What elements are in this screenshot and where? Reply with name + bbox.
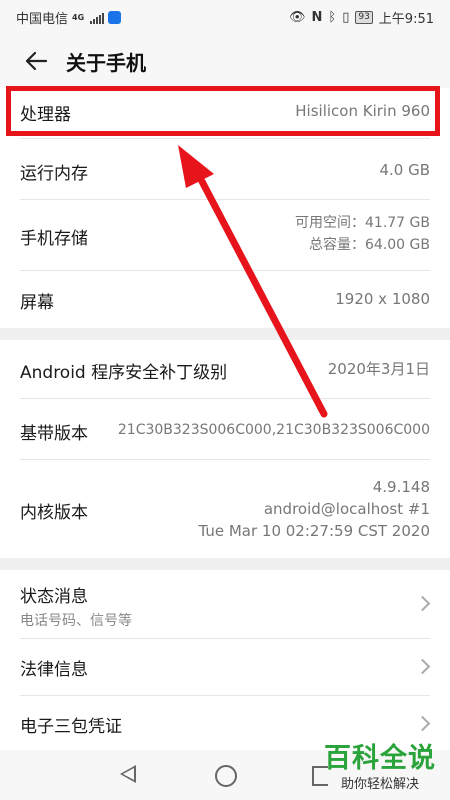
screen-label: 屏幕 [20, 293, 54, 313]
screen-row[interactable]: 屏幕 1920 x 1080 [0, 271, 450, 328]
app-header: 关于手机 [0, 34, 450, 88]
battery-icon: 93 [355, 11, 373, 24]
time-label: 上午9:51 [378, 12, 434, 27]
ram-row[interactable]: 运行内存 4.0 GB [0, 139, 450, 199]
chevron-right-icon [414, 715, 431, 732]
app-notification-icon [108, 11, 122, 24]
bluetooth-icon: ᛒ [328, 10, 337, 25]
status-info-row[interactable]: 状态消息 电话号码、信号等 [0, 570, 450, 638]
chevron-right-icon [414, 658, 431, 675]
back-button[interactable] [16, 41, 56, 81]
nfc-icon: N [311, 10, 323, 25]
chevron-right-icon [414, 595, 431, 612]
kernel-host: android@localhost #1 [263, 500, 430, 518]
kernel-version: 4.9.148 [372, 478, 430, 496]
warranty-label: 电子三包凭证 [20, 717, 122, 737]
ram-label: 运行内存 [20, 164, 88, 184]
ram-value: 4.0 GB [379, 161, 430, 179]
page-title: 关于手机 [66, 50, 146, 75]
baseband-row[interactable]: 基带版本 21C30B323S006C000,21C30B323S006C000 [0, 399, 450, 459]
software-info-card: Android 程序安全补丁级别 2020年3月1日 基带版本 21C30B32… [0, 340, 450, 558]
kernel-label: 内核版本 [20, 503, 88, 523]
nav-home-icon[interactable] [215, 765, 237, 787]
security-patch-value: 2020年3月1日 [327, 360, 430, 378]
storage-row[interactable]: 手机存储 可用空间：41.77 GB 总容量：64.00 GB [0, 200, 450, 270]
screen-value: 1920 x 1080 [335, 290, 430, 308]
highlight-box [6, 86, 440, 136]
kernel-row[interactable]: 内核版本 4.9.148 android@localhost #1 Tue Ma… [0, 460, 450, 558]
network-label: 4G [72, 13, 85, 22]
baseband-value: 21C30B323S006C000,21C30B323S006C000 [117, 422, 430, 438]
status-info-label: 状态消息 [20, 587, 88, 607]
legal-info-row[interactable]: 法律信息 [0, 639, 450, 695]
security-patch-row[interactable]: Android 程序安全补丁级别 2020年3月1日 [0, 340, 450, 398]
storage-value: 可用空间：41.77 GB 总容量：64.00 GB [295, 212, 430, 256]
carrier-label: 中国电信 [16, 12, 69, 27]
status-info-subtitle: 电话号码、信号等 [20, 613, 132, 629]
nav-back-icon[interactable] [120, 765, 136, 783]
storage-available: 可用空间：41.77 GB [295, 215, 430, 231]
watermark-title: 百科全说 [324, 743, 436, 774]
storage-total: 总容量：64.00 GB [309, 237, 430, 253]
status-bar: 中国电信 4G 👁 N ᛒ ▯ 93 上午9:51 [0, 0, 450, 34]
vibrate-icon: ▯ [342, 10, 350, 25]
baseband-label: 基带版本 [20, 424, 88, 444]
storage-label: 手机存储 [20, 229, 88, 249]
kernel-value: 4.9.148 android@localhost #1 Tue Mar 10 … [198, 476, 430, 542]
signal-icon [90, 12, 105, 24]
kernel-build-date: Tue Mar 10 02:27:59 CST 2020 [198, 522, 430, 540]
security-patch-label: Android 程序安全补丁级别 [20, 363, 228, 383]
more-info-card: 状态消息 电话号码、信号等 法律信息 电子三包凭证 [0, 570, 450, 750]
back-arrow-icon [25, 51, 48, 71]
watermark-subtitle: 助你轻松解决 [340, 777, 419, 792]
watermark-logo: 百科全说 助你轻松解决 [324, 736, 436, 792]
legal-info-label: 法律信息 [20, 660, 88, 680]
eye-comfort-icon: 👁 [288, 10, 306, 25]
